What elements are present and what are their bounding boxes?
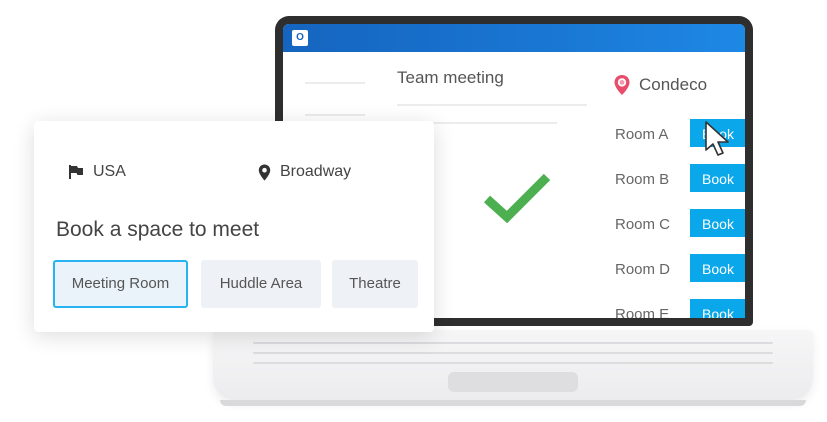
mail-placeholder-line bbox=[397, 104, 587, 106]
checkmark-icon bbox=[483, 173, 551, 224]
book-room-b-button[interactable]: Book bbox=[690, 164, 745, 192]
mail-placeholder-line bbox=[305, 82, 365, 84]
country-label: USA bbox=[93, 163, 126, 180]
room-row: Room C Book bbox=[615, 209, 745, 239]
meeting-room-button[interactable]: Meeting Room bbox=[53, 260, 188, 308]
outlook-logo-icon: O bbox=[292, 30, 308, 46]
room-row: Room D Book bbox=[615, 254, 745, 284]
room-label: Room A bbox=[615, 126, 669, 143]
room-row: Room B Book bbox=[615, 164, 745, 194]
room-label: Room C bbox=[615, 216, 671, 233]
card-heading: Book a space to meet bbox=[56, 218, 260, 241]
book-room-e-button[interactable]: Book bbox=[690, 299, 745, 318]
map-pin-icon bbox=[258, 164, 271, 180]
huddle-area-button[interactable]: Huddle Area bbox=[201, 260, 321, 308]
country-selector[interactable]: USA bbox=[68, 163, 126, 181]
mouse-pointer-icon bbox=[705, 121, 729, 156]
mail-placeholder-line bbox=[305, 114, 365, 116]
booking-card: USA Broadway Book a space to meet Meetin… bbox=[34, 121, 434, 332]
condeco-title: Condeco bbox=[639, 75, 708, 94]
laptop-keyboard-base bbox=[213, 330, 813, 400]
book-room-d-button[interactable]: Book bbox=[690, 254, 745, 282]
building-label: Broadway bbox=[280, 163, 352, 180]
book-room-c-button[interactable]: Book bbox=[690, 209, 745, 237]
building-selector[interactable]: Broadway bbox=[258, 163, 351, 181]
laptop-base-edge bbox=[220, 400, 806, 406]
room-label: Room E bbox=[615, 306, 670, 318]
room-label: Room B bbox=[615, 171, 670, 188]
room-row: Room E Book bbox=[615, 299, 745, 318]
room-label: Room D bbox=[615, 261, 671, 278]
theatre-button[interactable]: Theatre bbox=[332, 260, 418, 308]
location-pin-icon bbox=[614, 75, 630, 95]
meeting-title: Team meeting bbox=[397, 68, 504, 87]
trackpad bbox=[448, 372, 578, 392]
keyboard-row bbox=[253, 342, 773, 344]
outlook-titlebar: O bbox=[283, 24, 745, 52]
condeco-header: Condeco bbox=[613, 74, 707, 96]
keyboard-row bbox=[253, 352, 773, 354]
flag-icon bbox=[69, 165, 83, 179]
keyboard-row bbox=[253, 362, 773, 364]
